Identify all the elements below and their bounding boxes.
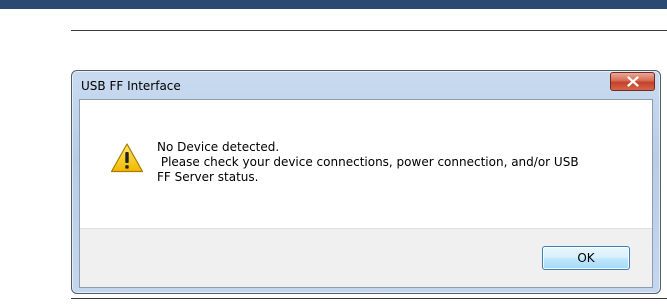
dialog-content: No Device detected. Please check your de… bbox=[79, 99, 653, 288]
message-line: FF Server status. bbox=[157, 170, 259, 184]
message-dialog: USB FF Interface No Device detected. Ple… bbox=[71, 70, 661, 294]
warning-icon bbox=[110, 143, 144, 173]
top-band bbox=[0, 0, 667, 9]
dialog-message: No Device detected. Please check your de… bbox=[157, 140, 637, 185]
dialog-title: USB FF Interface bbox=[81, 79, 181, 93]
close-button[interactable] bbox=[610, 72, 655, 91]
message-line: No Device detected. bbox=[157, 140, 280, 154]
dialog-footer: OK bbox=[80, 228, 652, 287]
message-line: Please check your device connections, po… bbox=[157, 155, 579, 169]
bottom-rule bbox=[71, 298, 667, 299]
ok-button[interactable]: OK bbox=[542, 246, 630, 270]
top-rule bbox=[71, 30, 667, 31]
close-icon bbox=[626, 76, 639, 87]
